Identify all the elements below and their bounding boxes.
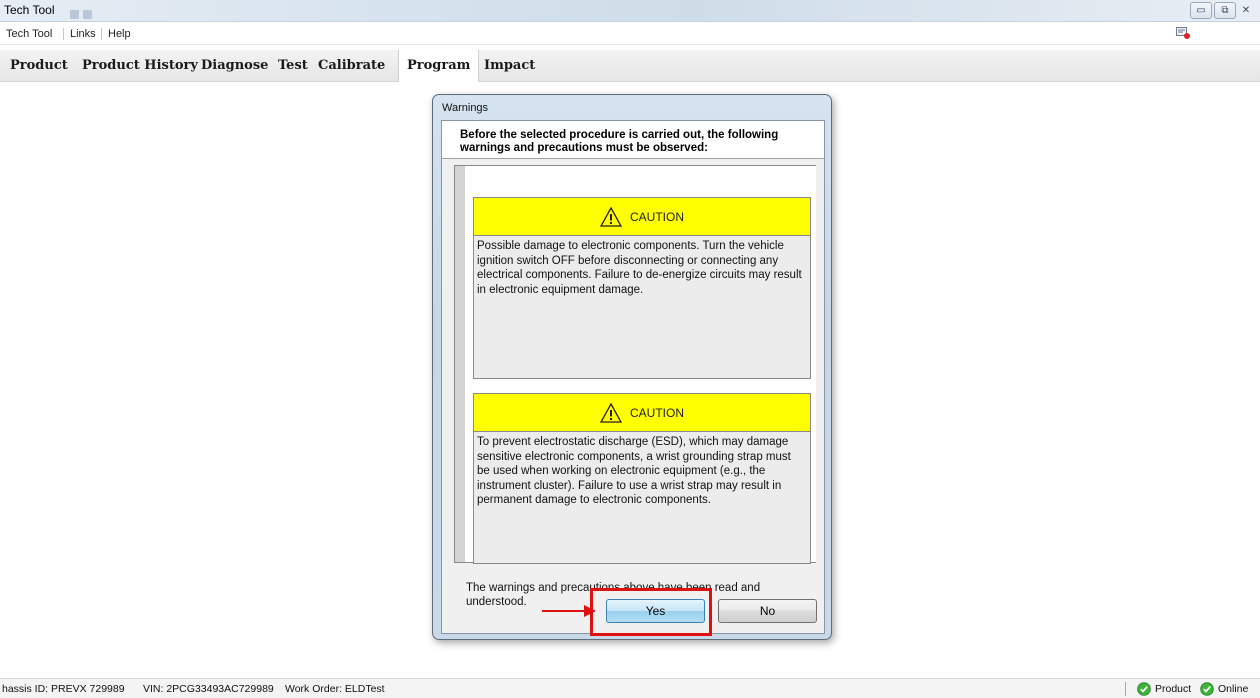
quick-access-icon[interactable] xyxy=(83,10,92,19)
warnings-dialog: Warnings Before the selected procedure i… xyxy=(432,94,832,640)
no-button[interactable]: No xyxy=(718,599,817,623)
no-button-label: No xyxy=(759,604,776,618)
tab-diagnose[interactable]: Diagnose xyxy=(193,50,276,82)
dialog-header-text: Before the selected procedure is carried… xyxy=(460,129,779,154)
menu-help[interactable]: Help xyxy=(108,28,131,40)
menu-bar: Tech Tool Links Help xyxy=(0,23,1260,45)
tab-test[interactable]: Test xyxy=(270,50,316,82)
tab-product-history[interactable]: Product History xyxy=(74,50,206,82)
window-title: Tech Tool xyxy=(4,3,55,17)
quick-access-icon[interactable] xyxy=(70,10,79,19)
panel-scrollbar[interactable] xyxy=(455,166,465,562)
online-status-label: Online xyxy=(1218,683,1249,695)
dialog-header: Before the selected procedure is carried… xyxy=(442,121,824,159)
check-circle-icon xyxy=(1137,682,1151,696)
caution-box: CAUTION Possible damage to electronic co… xyxy=(473,197,811,379)
online-status[interactable]: Online xyxy=(1200,681,1248,697)
caution-label: CAUTION xyxy=(630,405,684,420)
close-icon: ✕ xyxy=(1241,5,1251,16)
title-bar: Tech Tool ▭ ⧉ ✕ xyxy=(0,0,1260,22)
notification-icon[interactable] xyxy=(1176,27,1190,39)
tab-product[interactable]: Product xyxy=(2,50,76,82)
tab-calibrate[interactable]: Calibrate xyxy=(310,50,393,82)
main-nav: Product Product History Diagnose Test Ca… xyxy=(0,50,1260,82)
menu-links[interactable]: Links xyxy=(70,28,96,40)
product-status[interactable]: Product xyxy=(1137,681,1191,697)
vin: VIN: 2PCG33493AC729989 xyxy=(143,683,274,695)
caution-header: CAUTION xyxy=(474,394,810,432)
close-button[interactable]: ✕ xyxy=(1238,2,1254,19)
chassis-id: hassis ID: PREVX 729989 xyxy=(2,683,125,695)
dialog-client: Before the selected procedure is carried… xyxy=(441,120,825,634)
warning-triangle-icon xyxy=(600,206,622,227)
arrow-icon xyxy=(542,605,596,617)
menu-separator xyxy=(63,28,64,40)
tech-tool-window: Tech Tool ▭ ⧉ ✕ Tech Tool Links Help Pro… xyxy=(0,0,1260,698)
dialog-title: Warnings xyxy=(442,102,489,114)
minimize-icon: ▭ xyxy=(1196,5,1206,16)
status-bar: hassis ID: PREVX 729989 VIN: 2PCG33493AC… xyxy=(0,678,1260,698)
tab-program[interactable]: Program xyxy=(398,50,480,82)
check-circle-icon xyxy=(1200,682,1214,696)
warning-triangle-icon xyxy=(600,402,622,423)
restore-icon: ⧉ xyxy=(1221,5,1229,16)
tab-impact[interactable]: Impact xyxy=(476,50,543,82)
caution-text: To prevent electrostatic discharge (ESD)… xyxy=(477,436,791,506)
caution-text: Possible damage to electronic components… xyxy=(477,240,802,296)
highlight-box xyxy=(590,588,712,636)
restore-button[interactable]: ⧉ xyxy=(1214,2,1236,19)
status-separator xyxy=(1125,682,1126,696)
menu-tech-tool[interactable]: Tech Tool xyxy=(6,28,52,40)
quick-access-toolbar xyxy=(70,6,100,19)
work-order: Work Order: ELDTest xyxy=(285,683,385,695)
menu-separator xyxy=(101,28,102,40)
warnings-panel[interactable]: CAUTION Possible damage to electronic co… xyxy=(454,165,816,564)
caution-header: CAUTION xyxy=(474,198,810,236)
product-status-label: Product xyxy=(1155,683,1192,695)
caution-label: CAUTION xyxy=(630,209,684,224)
caution-box: CAUTION To prevent electrostatic dischar… xyxy=(473,393,811,564)
minimize-button[interactable]: ▭ xyxy=(1190,2,1212,19)
window-controls: ▭ ⧉ ✕ xyxy=(1190,2,1254,20)
